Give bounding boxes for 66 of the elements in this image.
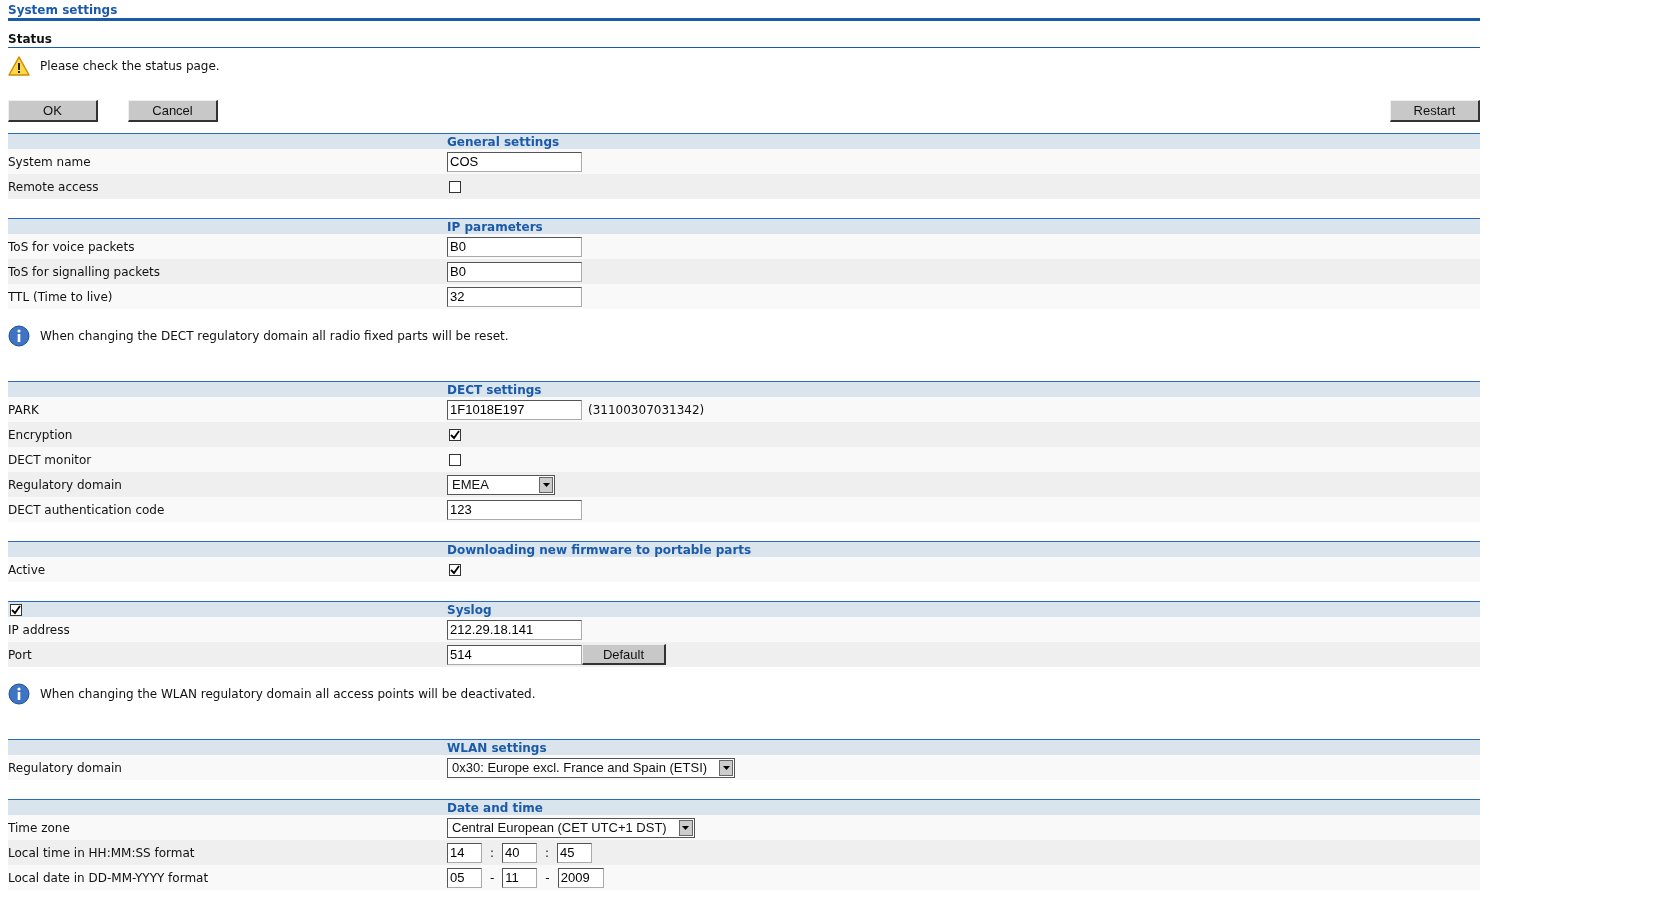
separator-text: : (544, 845, 551, 860)
text-field[interactable]: 05 (447, 867, 482, 888)
notice-text: When changing the WLAN regulatory domain all access points will be deactivated. (40, 686, 536, 701)
action-button[interactable]: Cancel (128, 100, 218, 122)
caret-icon (542, 482, 550, 487)
page-title: System settings (8, 3, 118, 17)
text-field[interactable]: B0 (447, 236, 582, 257)
checkbox[interactable] (449, 453, 461, 466)
separator-text: - (489, 870, 496, 885)
section-title: Date and time (447, 800, 544, 815)
field-label: Time zone (8, 820, 71, 835)
separator-text: : (489, 845, 496, 860)
dropdown[interactable]: Central European (CET UTC+1 DST) (447, 817, 695, 838)
field-label: Encryption (8, 427, 74, 442)
field-label: Local time in HH:MM:SS format (8, 845, 196, 860)
field-label: ToS for signalling packets (8, 264, 161, 279)
text-field[interactable]: 40 (502, 842, 538, 863)
default-button[interactable]: Default (582, 644, 666, 665)
separator-text: - (544, 870, 551, 885)
field-label: DECT authentication code (8, 502, 166, 517)
checkbox[interactable] (10, 603, 22, 616)
caret-icon (682, 825, 690, 830)
section-title: Downloading new firmware to portable parts (447, 542, 753, 557)
text-field[interactable]: 14 (447, 842, 482, 863)
action-button[interactable]: Restart (1390, 100, 1480, 122)
field-label: Regulatory domain (8, 477, 123, 492)
field-label: IP address (8, 622, 71, 637)
checkbox[interactable] (449, 180, 461, 193)
text-field[interactable]: 45 (557, 842, 593, 863)
action-button[interactable]: OK (8, 100, 98, 122)
field-label: System name (8, 154, 92, 169)
section-title: General settings (447, 134, 561, 149)
status-message: Please check the status page. (40, 59, 220, 73)
text-field[interactable]: B0 (447, 261, 582, 282)
field-label: TTL (Time to live) (8, 289, 114, 304)
text-field[interactable]: 32 (447, 286, 582, 307)
text-field[interactable]: 1F1018E197 (447, 399, 582, 420)
text-field[interactable]: 2009 (557, 867, 604, 888)
checkbox[interactable] (449, 563, 461, 576)
notice-text: When changing the DECT regulatory domain all radio fixed parts will be reset. (40, 328, 509, 343)
text-field[interactable]: 212.29.18.141 (447, 619, 582, 640)
text-field[interactable]: COS (447, 151, 582, 172)
checkbox[interactable] (449, 428, 461, 441)
field-label: DECT monitor (8, 452, 93, 467)
field-label: Regulatory domain (8, 760, 123, 775)
status-heading: Status (8, 32, 52, 46)
section-title: IP parameters (447, 219, 544, 234)
text-field[interactable]: 11 (502, 867, 538, 888)
field-label: Remote access (8, 179, 100, 194)
field-label: Port (8, 647, 33, 662)
value-note: (31100307031342) (588, 402, 705, 417)
dropdown[interactable]: 0x30: Europe excl. France and Spain (ETSI) (447, 757, 736, 778)
section-title: DECT settings (447, 382, 543, 397)
text-field[interactable]: 123 (447, 499, 582, 520)
field-label: Local date in DD-MM-YYYY format (8, 870, 210, 885)
info-icon (8, 682, 30, 705)
section-title: WLAN settings (447, 740, 548, 755)
field-label: Active (8, 562, 47, 577)
warning-icon (8, 56, 30, 76)
caret-icon (722, 765, 730, 770)
info-icon (8, 324, 30, 347)
field-label: ToS for voice packets (8, 239, 136, 254)
dropdown[interactable]: EMEA (447, 474, 555, 495)
text-field[interactable]: 514 (447, 644, 582, 665)
section-title: Syslog (447, 602, 493, 617)
field-label: PARK (8, 402, 40, 417)
